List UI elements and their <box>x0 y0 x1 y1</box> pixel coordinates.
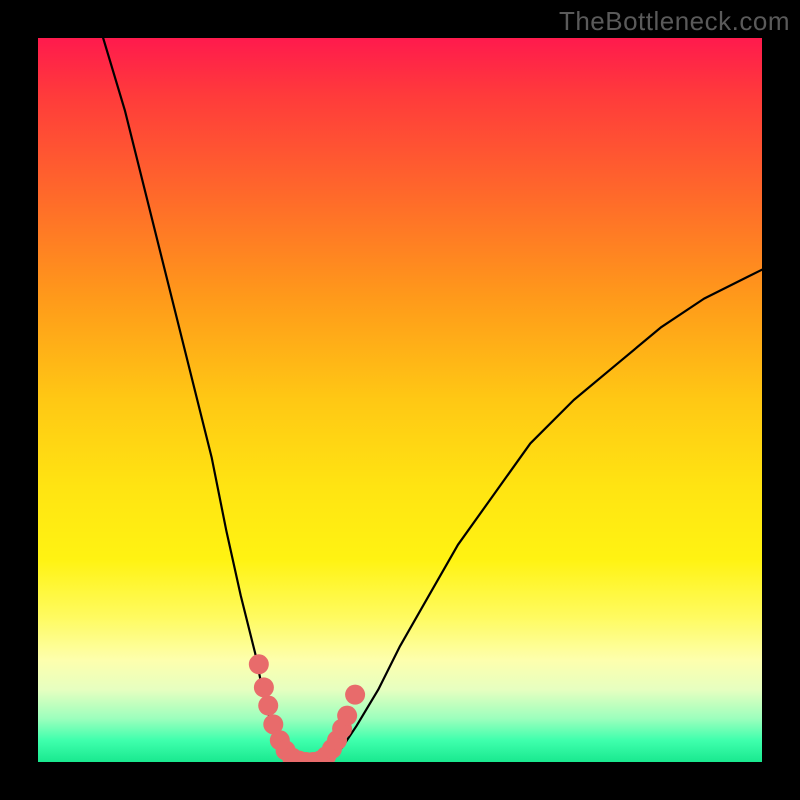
curve-left-curve <box>103 38 298 762</box>
watermark-text: TheBottleneck.com <box>559 6 790 37</box>
marker-dot <box>345 685 365 705</box>
chart-svg <box>38 38 762 762</box>
marker-dot <box>337 706 357 726</box>
curve-right-curve <box>328 270 762 762</box>
marker-dot <box>249 654 269 674</box>
chart-frame: TheBottleneck.com <box>0 0 800 800</box>
marker-dot <box>254 677 274 697</box>
marker-dot <box>258 696 278 716</box>
plot-area <box>38 38 762 762</box>
